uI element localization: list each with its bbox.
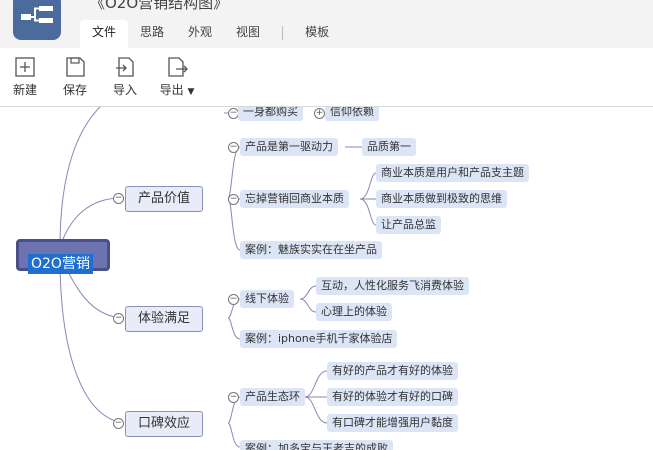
node-quality-first[interactable]: 品质第一 [362, 138, 416, 156]
app-logo-icon[interactable] [13, 0, 61, 40]
tab-idea[interactable]: 思路 [128, 20, 176, 48]
node-psychology[interactable]: 心理上的体验 [316, 303, 392, 321]
expand-icon[interactable]: + [314, 108, 325, 119]
node-essence-1[interactable]: 商业本质是用户和产品支主题 [376, 164, 529, 182]
title-bar: 《O2O营销结构图》 文件 思路 外观 视图 模板 [0, 0, 653, 48]
export-label: 导出 [159, 83, 184, 97]
collapse-icon[interactable]: − [228, 392, 239, 403]
import-button[interactable]: 导入 [105, 56, 145, 98]
node-top-right[interactable]: 信仰依赖 [325, 107, 379, 121]
node-eco-1[interactable]: 有好的产品才有好的体验 [327, 362, 458, 380]
mindmap-canvas[interactable]: − 一身都购买 + 信仰依赖 − 产品价值 − 产品是第一驱动力 品质第一 − … [0, 107, 653, 450]
node-business-essence[interactable]: 忘掉营销回商业本质 [240, 190, 349, 208]
collapse-icon[interactable]: − [228, 294, 239, 305]
node-case-iphone[interactable]: 案例：iphone手机千家体验店 [240, 330, 398, 348]
export-button[interactable]: 导出 ▼ [152, 56, 202, 98]
node-essence-2[interactable]: 商业本质做到极致的思维 [376, 190, 507, 208]
save-button[interactable]: 保存 [55, 56, 95, 98]
node-top-left[interactable]: 一身都购买 [238, 107, 303, 121]
collapse-icon[interactable]: − [228, 142, 239, 153]
tab-view[interactable]: 视图 [224, 20, 272, 48]
tab-divider [282, 26, 284, 40]
chevron-down-icon[interactable]: ▼ [187, 87, 194, 97]
save-icon [66, 57, 85, 77]
document-title: 《O2O营销结构图》 [90, 0, 229, 12]
collapse-icon[interactable]: − [113, 313, 124, 324]
node-interaction[interactable]: 互动，人性化服务飞消费体验 [316, 277, 469, 295]
collapse-icon[interactable]: − [228, 194, 239, 205]
branch-word-of-mouth[interactable]: 口碑效应 [125, 411, 204, 437]
menu-tabs: 文件 思路 外观 视图 模板 [80, 20, 341, 48]
node-case-jdb[interactable]: 案例：加多宝与王老吉的成败 [240, 440, 393, 450]
root-node-label[interactable]: O2O营销 [28, 254, 93, 274]
branch-product-value[interactable]: 产品价值 [125, 186, 204, 212]
node-case-meizu[interactable]: 案例：魅族实实在在坐产品 [240, 241, 382, 259]
branch-experience[interactable]: 体验满足 [125, 306, 204, 332]
collapse-icon[interactable]: − [113, 418, 124, 429]
export-icon [168, 57, 188, 77]
new-icon [15, 57, 35, 77]
import-icon [116, 57, 134, 77]
tab-appearance[interactable]: 外观 [176, 20, 224, 48]
node-offline[interactable]: 线下体验 [240, 290, 294, 308]
tab-template[interactable]: 模板 [293, 20, 341, 48]
save-label: 保存 [62, 83, 87, 97]
tab-file[interactable]: 文件 [80, 20, 129, 48]
new-label: 新建 [12, 83, 37, 97]
node-essence-3[interactable]: 让产品总监 [376, 216, 441, 234]
collapse-icon[interactable]: − [113, 193, 124, 204]
new-button[interactable]: 新建 [5, 56, 45, 98]
node-eco-2[interactable]: 有好的体验才有好的口碑 [327, 388, 458, 406]
toolbar: 新建 保存 导入 导出 ▼ [0, 48, 653, 107]
node-ecosystem[interactable]: 产品生态环 [240, 388, 305, 406]
node-first-driver[interactable]: 产品是第一驱动力 [240, 138, 338, 156]
node-eco-3[interactable]: 有口碑才能增强用户黏度 [327, 414, 458, 432]
import-label: 导入 [112, 83, 137, 97]
